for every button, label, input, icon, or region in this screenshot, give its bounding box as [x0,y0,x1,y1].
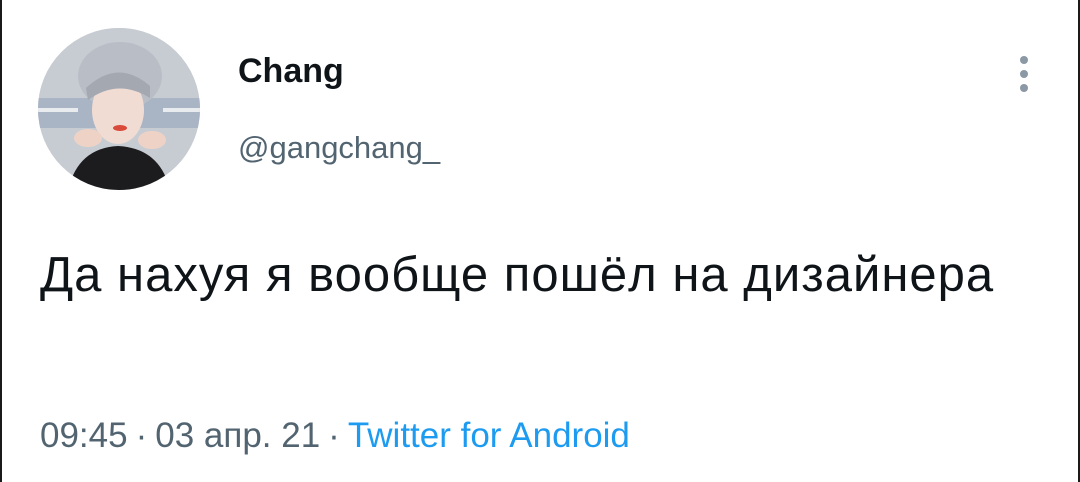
more-vertical-icon[interactable] [1006,52,1042,96]
more-dot [1020,84,1028,92]
author-display-name[interactable]: Chang [238,52,344,91]
tweet-text: Да нахуя я вообще пошёл на дизайнера [40,248,995,302]
tweet-time: 09:45 [40,416,128,455]
more-dot [1020,56,1028,64]
meta-separator: · [135,416,148,455]
tweet-source-link[interactable]: Twitter for Android [348,416,630,455]
tweet-date: 03 апр. 21 [155,416,321,455]
avatar-image [38,28,200,190]
tweet-meta: 09:45 · 03 апр. 21 · Twitter for Android [40,416,630,456]
author-handle[interactable]: @gangchang_ [238,130,440,166]
meta-separator: · [328,416,340,455]
more-dot [1020,70,1028,78]
tweet-card: Chang @gangchang_ Да нахуя я вообще пошё… [0,0,1080,482]
avatar[interactable] [38,28,200,190]
